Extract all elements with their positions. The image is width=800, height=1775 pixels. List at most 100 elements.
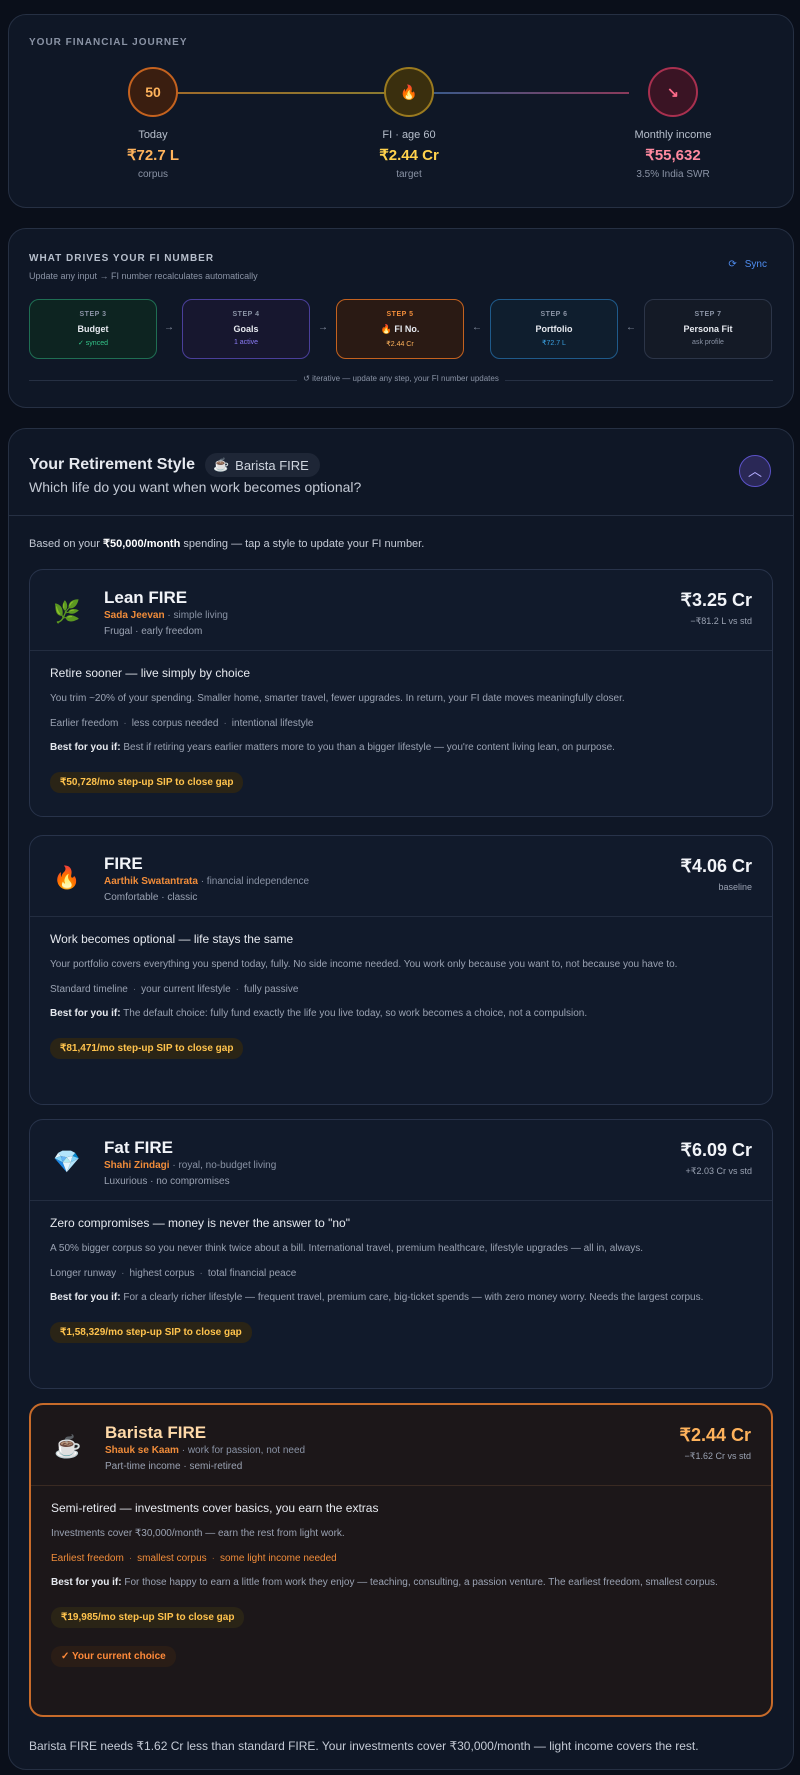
divider [30, 916, 772, 917]
flame-icon: 🔥 [384, 67, 434, 117]
style-best-for: Best for you if: The default choice: ful… [50, 1008, 588, 1019]
style-amount: ₹6.09 Cr [680, 1140, 753, 1160]
retirement-style-card: Your Retirement Style ☕ Barista FIRE Whi… [8, 428, 794, 1770]
drivers-title: WHAT DRIVES YOUR FI NUMBER [29, 253, 215, 264]
style-tagline: Sada Jeevan · simple living [104, 610, 228, 621]
sip-chip: ₹50,728/mo step-up SIP to close gap [50, 772, 244, 793]
step-status: ask profile [692, 339, 724, 346]
collapse-button[interactable]: ︿ [739, 455, 771, 487]
node-label: FI · age 60 [382, 129, 436, 141]
diamond-icon: 💎 [53, 1149, 81, 1174]
style-tagline: Shauk se Kaam · work for passion, not ne… [105, 1445, 306, 1456]
step-goals[interactable]: STEP 4 Goals 1 active [182, 299, 310, 359]
section-question: Which life do you want when work becomes… [29, 479, 362, 495]
arrow-left-icon: ← [626, 322, 636, 333]
arrow-right-icon: → [318, 322, 328, 333]
step-name: Budget [77, 324, 109, 334]
spending-intro: Based on your ₹50,000/month spending — t… [29, 538, 425, 550]
age-circle: 50 [128, 67, 178, 117]
divider [9, 515, 793, 516]
style-tags: Standard timeline · your current lifestyle… [50, 984, 299, 995]
style-tags: Earlier freedom · less corpus needed · inten… [50, 718, 314, 729]
style-description: Investments cover ₹30,000/month — earn t… [51, 1528, 345, 1539]
step-name: Persona Fit [683, 324, 733, 334]
node-value: ₹72.7 L [126, 147, 180, 164]
sip-chip: ₹1,58,329/mo step-up SIP to close gap [50, 1322, 252, 1343]
style-tagline: Aarthik Swatantrata · financial independ… [104, 876, 310, 887]
style-description: Your portfolio covers everything you spe… [50, 959, 678, 970]
style-description: You trim ~20% of your spending. Smaller … [50, 693, 625, 704]
style-tags: Longer runway · highest corpus · total finan… [50, 1268, 297, 1279]
chevron-up-icon: ︿ [748, 463, 762, 479]
drivers-footer: ↺ iterative — update any step, your FI n… [9, 374, 793, 383]
badge-label: Barista FIRE [235, 457, 309, 473]
divider [30, 1200, 772, 1201]
sync-button[interactable]: ⟳ Sync [728, 259, 767, 270]
step-name: Goals [233, 324, 259, 334]
style-headline: Work becomes optional — life stays the s… [50, 932, 294, 946]
step-status: ✓ synced [78, 340, 108, 347]
current-choice-badge: ✓ Your current choice [51, 1646, 176, 1667]
style-delta: −₹1.62 Cr vs std [684, 1451, 751, 1461]
node-label: Monthly income [634, 129, 712, 141]
style-card-fire[interactable]: 🔥 FIRE Aarthik Swatantrata · financial i… [29, 835, 773, 1105]
step-fi-number[interactable]: STEP 5 🔥 FI No. ₹2.44 Cr [336, 299, 464, 359]
arrow-left-icon: ← [472, 322, 482, 333]
style-headline: Zero compromises — money is never the an… [50, 1216, 350, 1230]
style-meta: Comfortable · classic [104, 892, 198, 903]
style-tagline: Shahi Zindagi · royal, no-budget living [104, 1160, 277, 1171]
section-footer: Barista FIRE needs ₹1.62 Cr less than st… [29, 1739, 699, 1753]
divider [30, 650, 772, 651]
node-label: Today [138, 129, 168, 141]
journey-node-income[interactable]: ↘ Monthly income ₹55,632 3.5% India SWR [603, 67, 743, 180]
step-status: ₹2.44 Cr [386, 341, 414, 348]
step-number: STEP 5 [386, 311, 414, 318]
style-card-lean-fire[interactable]: 🌿 Lean FIRE Sada Jeevan · simple living … [29, 569, 773, 817]
step-persona-fit[interactable]: STEP 7 Persona Fit ask profile [644, 299, 772, 359]
journey-node-fi[interactable]: 🔥 FI · age 60 ₹2.44 Cr target [339, 67, 479, 180]
step-number: STEP 3 [79, 311, 107, 318]
node-sub: target [396, 169, 422, 180]
coffee-icon: ☕ [212, 457, 230, 472]
sip-chip: ₹81,471/mo step-up SIP to close gap [50, 1038, 244, 1059]
style-delta: +₹2.03 Cr vs std [685, 1166, 752, 1176]
leaf-icon: 🌿 [53, 599, 81, 624]
step-budget[interactable]: STEP 3 Budget ✓ synced [29, 299, 157, 359]
style-best-for: Best for you if: For a clearly richer li… [50, 1292, 704, 1303]
journey-node-today[interactable]: 50 Today ₹72.7 L corpus [83, 67, 223, 180]
style-name: Lean FIRE [104, 588, 188, 607]
drivers-subtitle: Update any input → FI number recalculate… [29, 271, 258, 281]
step-name: 🔥 FI No. [380, 324, 420, 334]
style-best-for: Best for you if: Best if retiring years … [50, 742, 615, 753]
step-number: STEP 6 [540, 311, 568, 318]
style-best-for: Best for you if: For those happy to earn… [51, 1577, 718, 1588]
step-number: STEP 7 [694, 311, 722, 318]
sip-chip: ₹19,985/mo step-up SIP to close gap [51, 1607, 245, 1628]
style-name: FIRE [104, 854, 143, 873]
style-meta: Frugal · early freedom [104, 626, 203, 637]
style-delta: baseline [718, 882, 752, 892]
style-card-fat-fire[interactable]: 💎 Fat FIRE Shahi Zindagi · royal, no-bud… [29, 1119, 773, 1389]
trend-down-icon: ↘ [648, 67, 698, 117]
style-description: A 50% bigger corpus so you never think t… [50, 1243, 644, 1254]
step-status: ₹72.7 L [542, 340, 566, 347]
style-meta: Part-time income · semi-retired [105, 1461, 243, 1472]
divider [31, 1485, 771, 1486]
style-card-barista-fire[interactable]: ☕ Barista FIRE Shauk se Kaam · work for … [29, 1403, 773, 1717]
style-headline: Semi-retired — investments cover basics,… [51, 1501, 379, 1515]
sync-label: Sync [744, 259, 767, 270]
step-portfolio[interactable]: STEP 6 Portfolio ₹72.7 L [490, 299, 618, 359]
financial-journey-card: YOUR FINANCIAL JOURNEY 50 Today ₹72.7 L … [8, 14, 794, 208]
style-headline: Retire sooner — live simply by choice [50, 666, 251, 680]
node-sub: 3.5% India SWR [636, 169, 710, 180]
step-status: 1 active [233, 339, 259, 346]
style-tags: Earliest freedom · smallest corpus · some li… [51, 1553, 337, 1564]
fi-drivers-card: WHAT DRIVES YOUR FI NUMBER Update any in… [8, 228, 794, 408]
section-title: Your Retirement Style [29, 456, 195, 473]
style-amount: ₹4.06 Cr [680, 856, 753, 876]
style-delta: −₹81.2 L vs std [690, 616, 752, 626]
style-name: Barista FIRE [105, 1423, 207, 1442]
coffee-icon: ☕ [54, 1434, 82, 1459]
style-amount: ₹2.44 Cr [679, 1425, 752, 1445]
style-amount: ₹3.25 Cr [680, 590, 753, 610]
